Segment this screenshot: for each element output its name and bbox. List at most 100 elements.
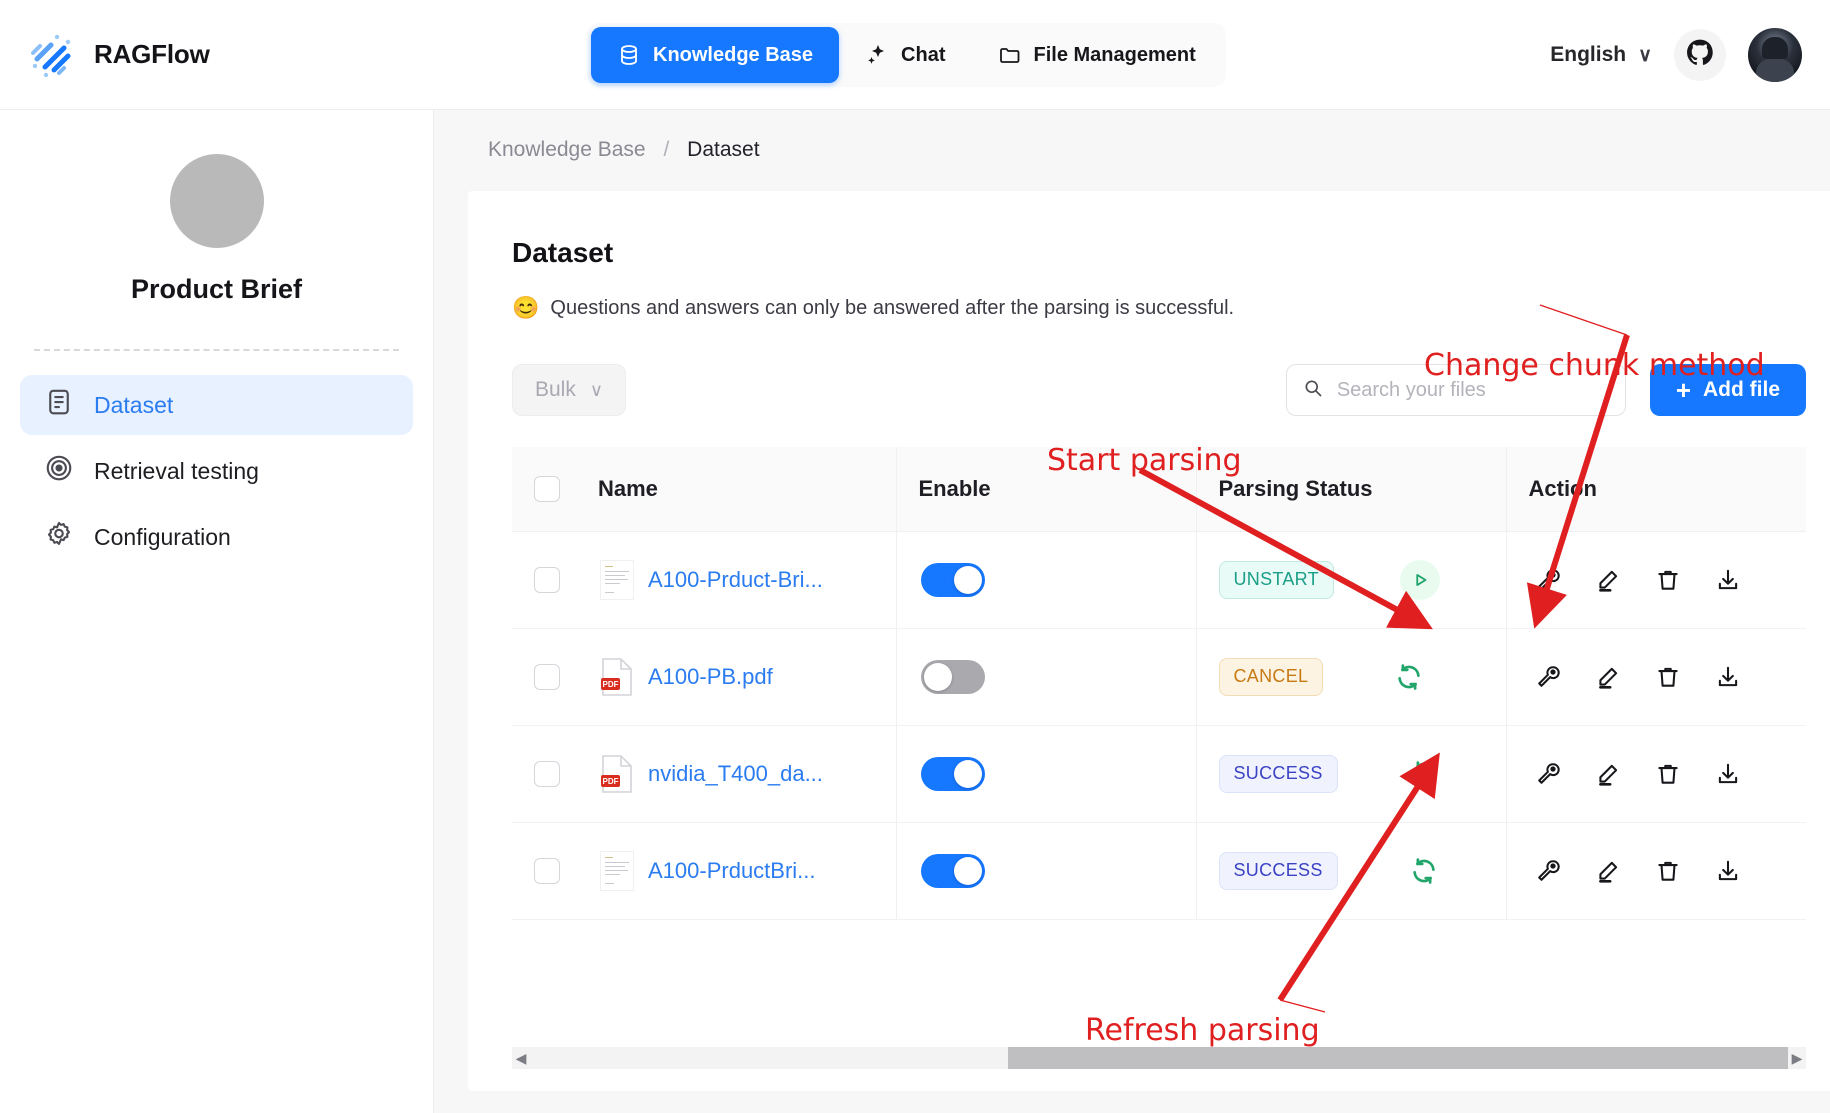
- trash-icon[interactable]: [1649, 561, 1687, 599]
- status-badge: UNSTART: [1219, 561, 1334, 599]
- svg-text:PDF: PDF: [603, 777, 619, 786]
- row-checkbox[interactable]: [534, 858, 560, 884]
- table-toolbar: Bulk ∨ + Add file: [512, 363, 1806, 417]
- database-icon: [617, 43, 641, 67]
- wrench-icon[interactable]: [1529, 852, 1567, 890]
- file-name-link[interactable]: nvidia_T400_da...: [648, 761, 823, 787]
- download-icon[interactable]: [1709, 561, 1747, 599]
- table-body: A100-Prduct-Bri...UNSTARTPDFA100-PB.pdfC…: [512, 531, 1806, 919]
- refresh-icon[interactable]: [1389, 657, 1429, 697]
- sidebar-item-configuration[interactable]: Configuration: [20, 507, 413, 567]
- wrench-icon[interactable]: [1529, 755, 1567, 793]
- kb-name: Product Brief: [0, 274, 433, 305]
- horizontal-scrollbar[interactable]: ◀ ▶: [512, 1047, 1806, 1069]
- toggle-knob: [924, 663, 952, 691]
- avatar[interactable]: [1748, 28, 1802, 82]
- download-icon[interactable]: [1709, 852, 1747, 890]
- pencil-icon[interactable]: [1589, 658, 1627, 696]
- scroll-right-arrow[interactable]: ▶: [1788, 1050, 1806, 1067]
- refresh-icon[interactable]: [1404, 851, 1444, 891]
- plus-icon: +: [1676, 377, 1691, 403]
- row-action-cell: [1506, 628, 1806, 725]
- folder-icon: [998, 43, 1022, 67]
- tab-file-management[interactable]: File Management: [972, 27, 1222, 83]
- row-enable-cell: [896, 531, 1196, 628]
- row-checkbox[interactable]: [534, 761, 560, 787]
- tab-knowledge-base[interactable]: Knowledge Base: [591, 27, 839, 83]
- main-nav: Knowledge Base Chat File Management: [587, 23, 1226, 87]
- trash-icon[interactable]: [1649, 658, 1687, 696]
- pencil-icon[interactable]: [1589, 561, 1627, 599]
- wrench-icon[interactable]: [1529, 658, 1567, 696]
- select-all-checkbox[interactable]: [534, 476, 560, 502]
- smile-emoji-icon: 😊: [512, 295, 539, 321]
- refresh-icon[interactable]: [1404, 754, 1444, 794]
- wrench-icon[interactable]: [1529, 561, 1567, 599]
- chevron-down-icon: ∨: [1638, 44, 1652, 67]
- sidebar-item-retrieval-testing[interactable]: Retrieval testing: [20, 441, 413, 501]
- table-row: A100-Prduct-Bri... UNSTART: [512, 531, 1806, 628]
- column-header-action[interactable]: Action: [1506, 447, 1806, 531]
- enable-toggle[interactable]: [921, 660, 985, 694]
- add-file-button[interactable]: + Add file: [1650, 364, 1806, 416]
- row-name-cell: PDF A100-PB.pdf: [576, 628, 896, 725]
- tab-file-management-label: File Management: [1034, 44, 1196, 67]
- row-name-cell: PDF nvidia_T400_da...: [576, 725, 896, 822]
- pdf-file-icon: PDF: [600, 657, 634, 697]
- column-header-parsing-status[interactable]: Parsing Status: [1196, 447, 1506, 531]
- file-name-link[interactable]: A100-PrductBri...: [648, 858, 816, 884]
- download-icon[interactable]: [1709, 755, 1747, 793]
- column-header-enable-label: Enable: [897, 476, 1196, 502]
- scrollbar-thumb[interactable]: [1008, 1047, 1788, 1069]
- table-head: Name Enable Parsing Status Action: [512, 447, 1806, 531]
- sidebar: Product Brief Dataset Retrieval: [0, 110, 434, 1113]
- page-title: Dataset: [512, 237, 1806, 269]
- sparkles-icon: [865, 43, 889, 67]
- document-icon: [44, 387, 74, 423]
- file-name-link[interactable]: A100-Prduct-Bri...: [648, 567, 823, 593]
- document-thumbnail-icon: [600, 560, 634, 600]
- row-name-cell: A100-Prduct-Bri...: [576, 531, 896, 628]
- search-box[interactable]: [1286, 364, 1626, 416]
- row-enable-cell: [896, 628, 1196, 725]
- scroll-left-arrow[interactable]: ◀: [512, 1050, 530, 1067]
- bulk-label: Bulk: [535, 378, 576, 402]
- github-link[interactable]: [1674, 29, 1726, 81]
- tab-chat[interactable]: Chat: [839, 27, 971, 83]
- download-icon[interactable]: [1709, 658, 1747, 696]
- table-header-row: Name Enable Parsing Status Action: [512, 447, 1806, 531]
- status-badge: SUCCESS: [1219, 755, 1338, 793]
- play-circle-icon[interactable]: [1400, 560, 1440, 600]
- file-name-link[interactable]: A100-PB.pdf: [648, 664, 773, 690]
- table-row: A100-PrductBri...SUCCESS: [512, 822, 1806, 919]
- search-input[interactable]: [1335, 378, 1609, 403]
- brand: RAGFlow: [26, 29, 210, 81]
- row-select-cell: [512, 822, 576, 919]
- brand-name: RAGFlow: [94, 39, 210, 70]
- trash-icon[interactable]: [1649, 852, 1687, 890]
- row-checkbox[interactable]: [534, 567, 560, 593]
- search-icon: [1303, 378, 1323, 403]
- toolbar-right: + Add file: [1286, 364, 1806, 416]
- column-header-name[interactable]: Name: [576, 447, 896, 531]
- bulk-dropdown[interactable]: Bulk ∨: [512, 364, 626, 416]
- enable-toggle[interactable]: [921, 563, 985, 597]
- table-row: PDF nvidia_T400_da... SUCCESS: [512, 725, 1806, 822]
- scrollbar-track[interactable]: [530, 1047, 1788, 1069]
- language-selector[interactable]: English ∨: [1550, 43, 1652, 67]
- enable-toggle[interactable]: [921, 854, 985, 888]
- breadcrumb: Knowledge Base / Dataset: [434, 110, 1830, 162]
- pencil-icon[interactable]: [1589, 755, 1627, 793]
- language-label: English: [1550, 43, 1626, 67]
- breadcrumb-parent[interactable]: Knowledge Base: [488, 138, 646, 161]
- toggle-knob: [954, 857, 982, 885]
- row-status-cell: SUCCESS: [1196, 725, 1506, 822]
- sidebar-item-dataset[interactable]: Dataset: [20, 375, 413, 435]
- pencil-icon[interactable]: [1589, 852, 1627, 890]
- row-checkbox[interactable]: [534, 664, 560, 690]
- select-all-header: [512, 447, 576, 531]
- trash-icon[interactable]: [1649, 755, 1687, 793]
- column-header-enable[interactable]: Enable: [896, 447, 1196, 531]
- breadcrumb-separator: /: [663, 138, 669, 161]
- enable-toggle[interactable]: [921, 757, 985, 791]
